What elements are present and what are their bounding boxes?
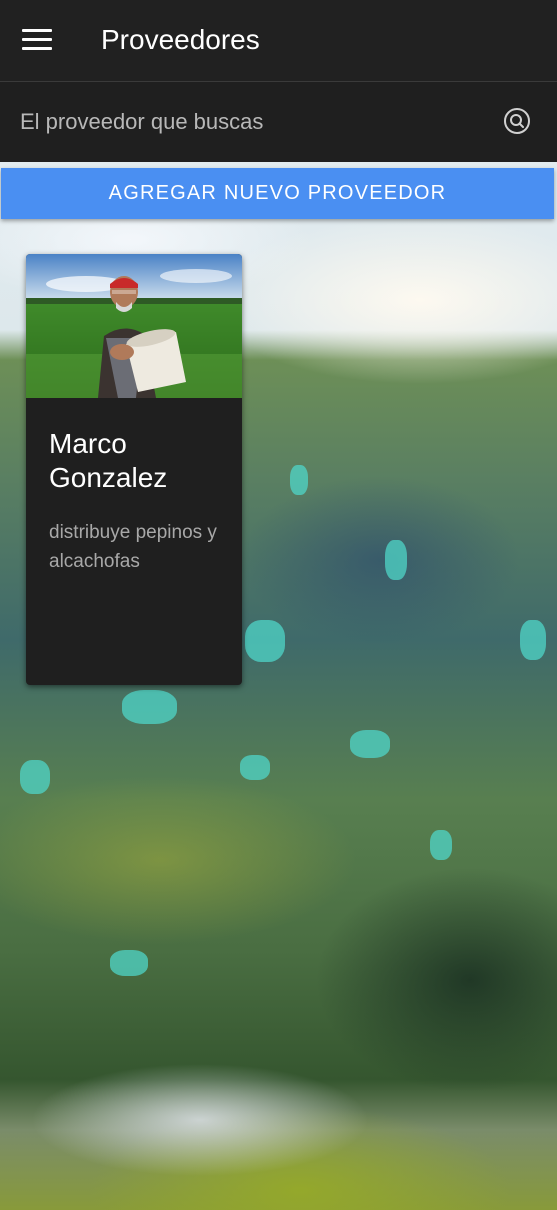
search-icon[interactable] [503,107,531,135]
search-input[interactable] [20,104,480,140]
app-bar: Proveedores [0,0,557,82]
provider-photo [26,254,242,398]
provider-name: Marco Gonzalez [49,428,168,493]
add-provider-button[interactable]: AGREGAR NUEVO PROVEEDOR [1,168,554,219]
menu-icon[interactable] [22,29,52,53]
provider-description: distribuye pepinos y alcachofas [49,522,217,572]
search-bar [0,82,557,162]
page-title: Proveedores [101,24,260,55]
provider-card[interactable]: Marco Gonzalez distribuye pepinos y alca… [26,254,242,685]
